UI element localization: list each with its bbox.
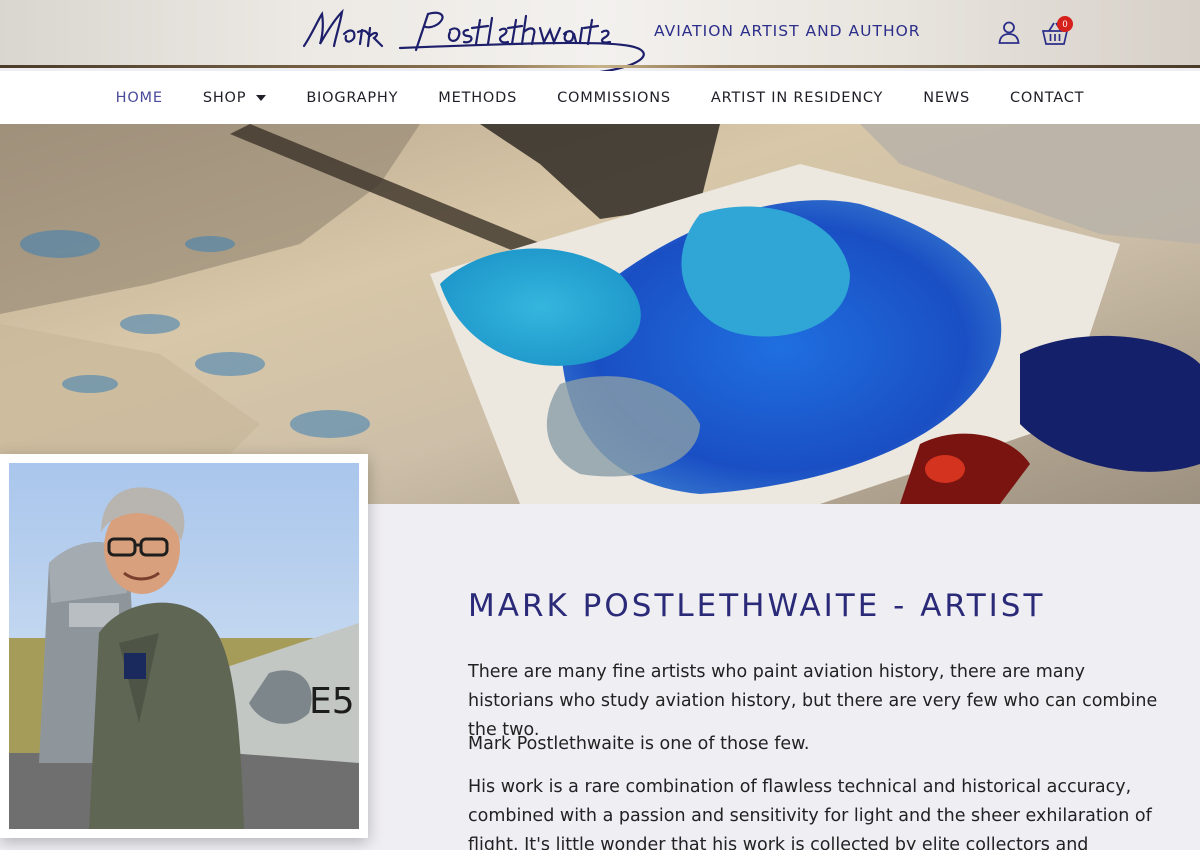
nav-item-shop[interactable]: SHOP — [202, 89, 267, 106]
caret-down-icon[interactable] — [256, 94, 267, 101]
site-tagline: AVIATION ARTIST AND AUTHOR — [654, 22, 921, 40]
nav-item-methods[interactable]: METHODS — [438, 90, 517, 106]
nav-item-home[interactable]: HOME — [116, 90, 163, 106]
nav-item-label: METHODS — [438, 89, 518, 106]
intro-paragraph: Mark Postlethwaite is one of those few. — [468, 734, 810, 754]
nav-item-label: HOME — [115, 89, 163, 106]
nav-item-label: SHOP — [202, 89, 247, 106]
nav-item-label: NEWS — [923, 89, 970, 106]
nav-item-biography[interactable]: BIOGRAPHY — [306, 90, 398, 106]
nav-item-news[interactable]: NEWS — [923, 90, 970, 106]
intro-paragraph: His work is a rare combination of flawle… — [468, 777, 1152, 850]
nav-item-contact[interactable]: CONTACT — [1010, 90, 1084, 106]
page-title: MARK POSTLETHWAITE - ARTIST — [468, 588, 1046, 624]
cart-count-badge: 0 — [1057, 16, 1073, 32]
nav-item-label: COMMISSIONS — [557, 89, 671, 106]
nav-item-label: CONTACT — [1009, 89, 1085, 106]
artist-photo-frame: E5 — [0, 454, 368, 838]
svg-text:E5: E5 — [309, 681, 355, 722]
hero-painting-image — [0, 124, 1200, 504]
nav-item-commissions[interactable]: COMMISSIONS — [557, 90, 671, 106]
site-header: AVIATION ARTIST AND AUTHOR 0 — [0, 0, 1200, 83]
artist-photo: E5 — [9, 463, 359, 829]
nav-item-artist-in-residency[interactable]: ARTIST IN RESIDENCY — [711, 90, 883, 106]
nav-item-label: ARTIST IN RESIDENCY — [710, 89, 884, 106]
account-icon[interactable] — [997, 20, 1021, 44]
main-nav: HOME SHOP BIOGRAPHY METHODS COMMISSIONS … — [0, 71, 1200, 124]
nav-item-label: BIOGRAPHY — [306, 89, 399, 106]
